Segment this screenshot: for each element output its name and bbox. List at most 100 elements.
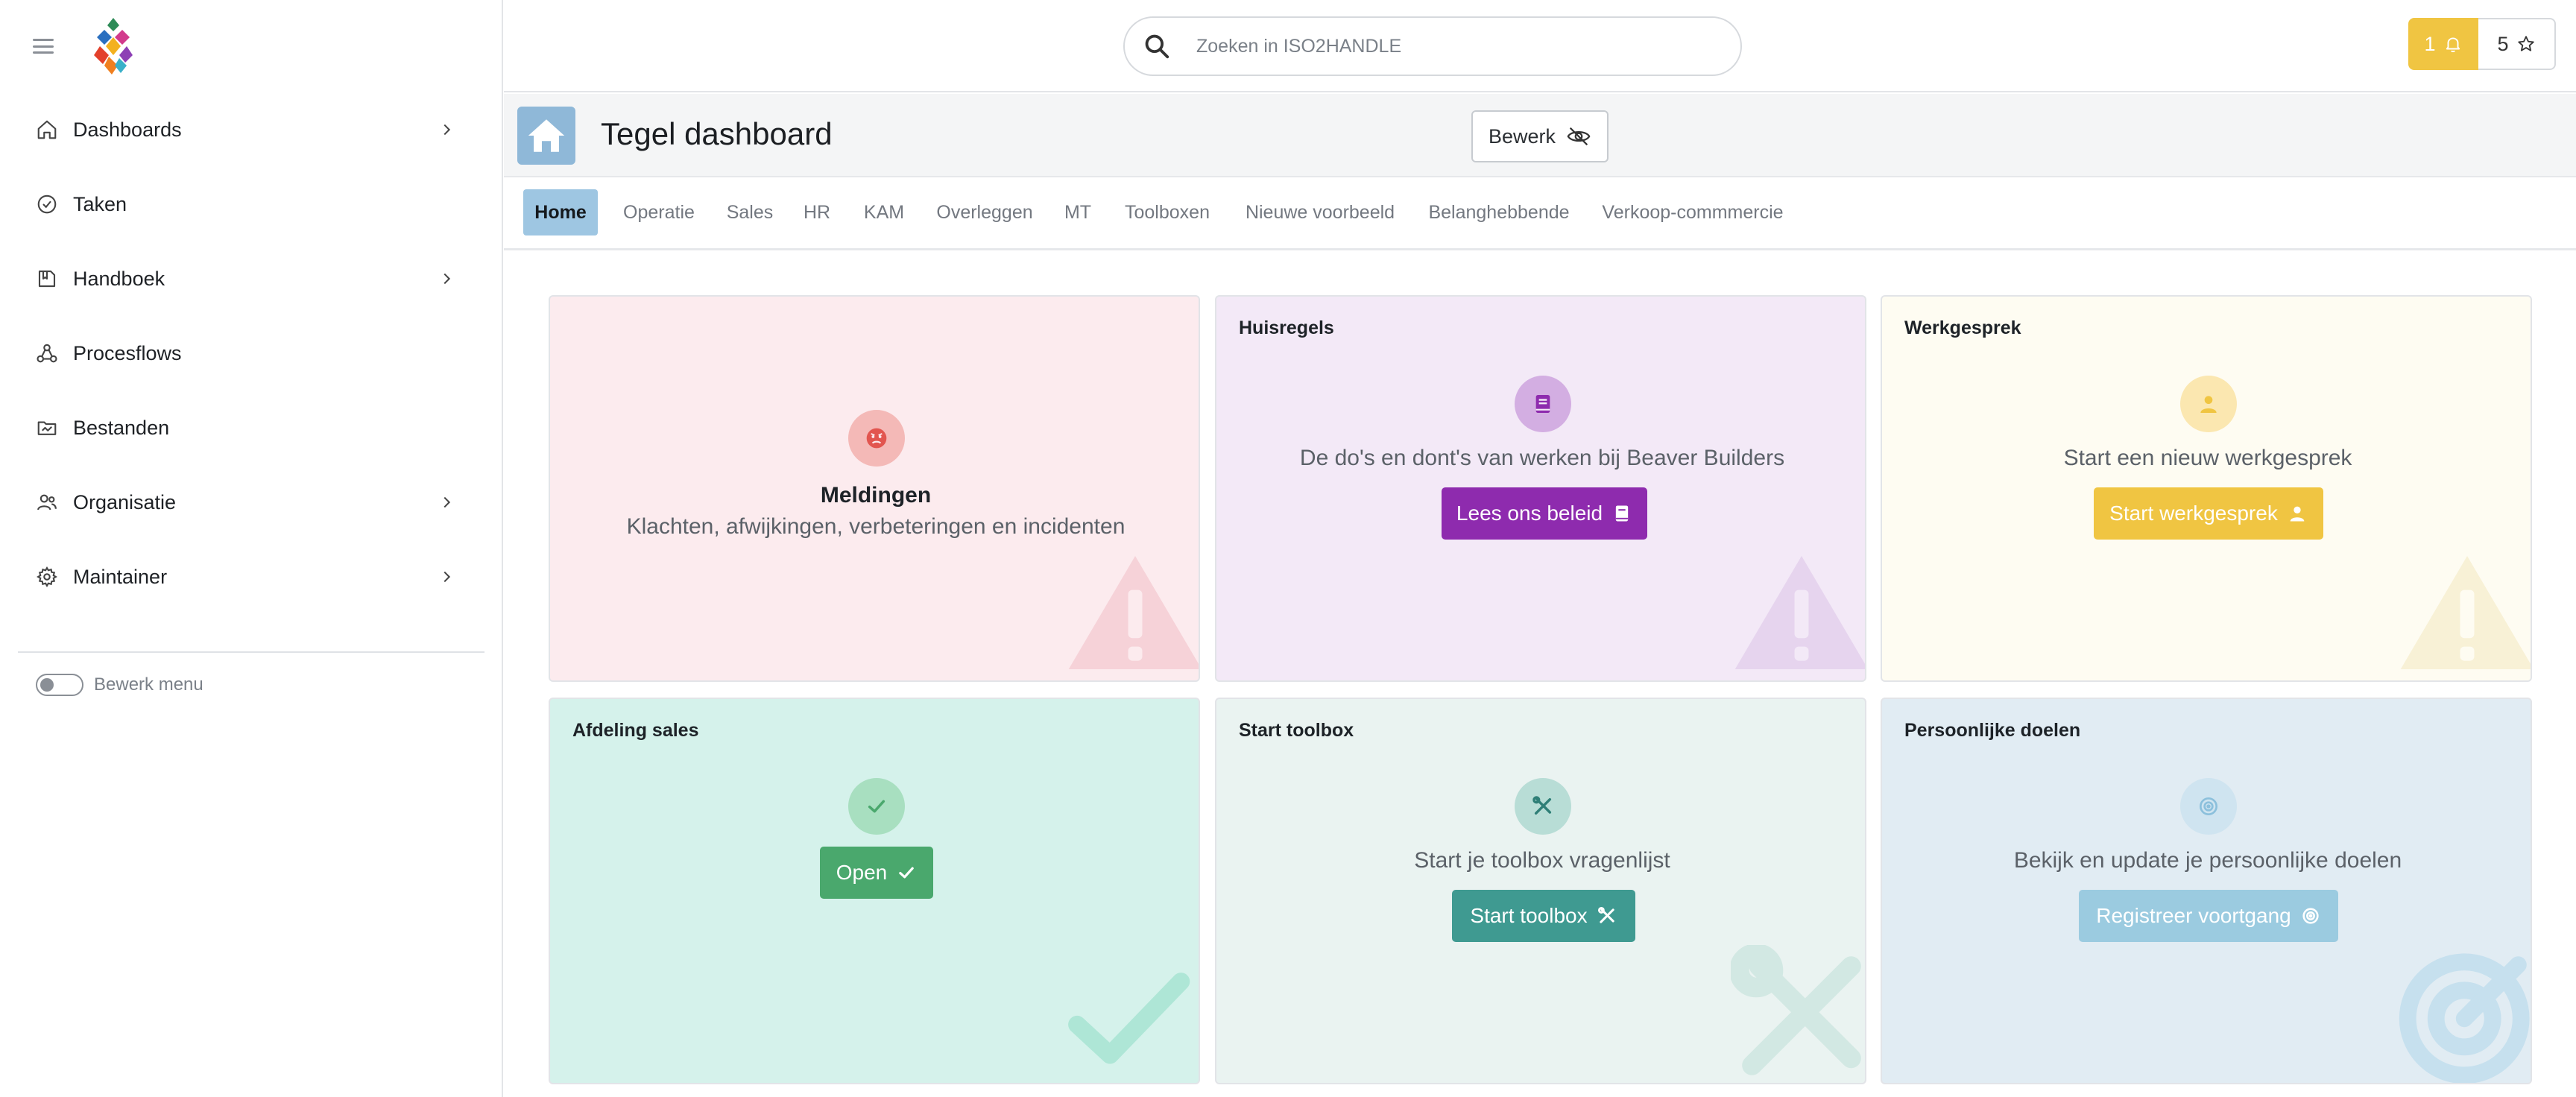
sidebar-item-dashboards[interactable]: Dashboards — [0, 92, 502, 167]
user-icon — [2290, 506, 2305, 522]
edit-dashboard-button[interactable]: Bewerk — [1471, 110, 1609, 162]
button-label: Registreer voortgang — [2096, 904, 2291, 927]
target-icon — [2302, 908, 2319, 924]
chevron-right-icon — [443, 496, 451, 508]
tab-overleggen[interactable]: Overleggen — [929, 189, 1041, 235]
page-icon — [517, 107, 575, 165]
tab-nieuwe-voorbeeld[interactable]: Nieuwe voorbeeld — [1234, 189, 1406, 235]
tile-icon — [1515, 376, 1571, 432]
toggle-knob — [40, 678, 54, 692]
chevron-right-icon — [443, 124, 451, 136]
tab-hr[interactable]: HR — [795, 189, 839, 235]
tab-kam[interactable]: KAM — [854, 189, 914, 235]
logo[interactable] — [89, 16, 137, 76]
tile-title: Afdeling sales — [572, 720, 699, 741]
tile-icon — [848, 410, 905, 467]
edit-menu-toggle[interactable] — [36, 674, 83, 696]
tab-home[interactable]: Home — [523, 189, 598, 235]
search-input[interactable] — [1196, 35, 1718, 57]
sidebar-item-label: Handboek — [73, 267, 165, 290]
search-icon — [1145, 34, 1169, 59]
edit-dashboard-label: Bewerk — [1488, 124, 1556, 148]
tools-icon — [1597, 906, 1614, 923]
user-icon — [2200, 396, 2217, 413]
check-circle-icon — [37, 195, 57, 214]
check-icon — [1068, 973, 1190, 1064]
favorites-count: 5 — [2497, 32, 2509, 55]
open-sales-button[interactable]: Open — [820, 847, 933, 899]
tab-toolboxen[interactable]: Toolboxen — [1115, 189, 1219, 235]
topbar: 1 5 — [504, 0, 2576, 92]
book-icon — [38, 270, 56, 288]
tab-mt[interactable]: MT — [1055, 189, 1100, 235]
edit-menu-label: Bewerk menu — [94, 674, 203, 695]
start-toolbox-button[interactable]: Start toolbox — [1452, 890, 1635, 942]
bell-icon — [2446, 37, 2460, 52]
sidebar-item-label: Bestanden — [73, 416, 170, 439]
tab-sales[interactable]: Sales — [720, 189, 780, 235]
target-icon — [2399, 953, 2530, 1083]
start-werkgesprek-button[interactable]: Start werkgesprek — [2094, 487, 2323, 540]
sidebar-item-label: Taken — [73, 192, 127, 215]
tile-text: Start een nieuw werkgesprek — [2063, 446, 2352, 470]
chevron-right-icon — [443, 273, 451, 285]
sidebar-item-organisatie[interactable]: Organisatie — [0, 465, 502, 540]
warning-triangle-icon — [2400, 556, 2531, 669]
sidebar-item-procesflows[interactable]: Procesflows — [0, 316, 502, 391]
warning-triangle-icon — [1734, 556, 1865, 669]
notifications-button[interactable]: 1 — [2408, 18, 2478, 70]
tile-huisregels: Huisregels De do's en dont's van werken … — [1215, 295, 1866, 682]
tile-icon — [2180, 778, 2237, 835]
tab-belanghebbende[interactable]: Belanghebbende — [1421, 189, 1577, 235]
sidebar-divider — [18, 651, 484, 653]
notification-count: 1 — [2424, 32, 2436, 55]
sidebar-item-handboek[interactable]: Handboek — [0, 241, 502, 316]
search-box[interactable] — [1123, 16, 1742, 76]
sidebar-item-maintainer[interactable]: Maintainer — [0, 540, 502, 614]
sidebar-header — [0, 0, 502, 92]
button-label: Start werkgesprek — [2109, 502, 2278, 525]
tile-icon — [2180, 376, 2237, 432]
tile-afdeling-sales: Afdeling sales Open — [549, 698, 1200, 1084]
tools-icon — [1731, 945, 1861, 1075]
users-icon — [37, 494, 57, 510]
book-icon — [1535, 395, 1550, 413]
star-icon — [2517, 36, 2534, 51]
tile-heading: Meldingen — [820, 483, 932, 508]
tile-start-toolbox: Start toolbox Start je toolbox vragenlij… — [1215, 698, 1866, 1084]
tile-text: De do's en dont's van werken bij Beaver … — [1299, 446, 1785, 470]
tab-operatie[interactable]: Operatie — [614, 189, 704, 235]
eye-slash-icon — [1567, 127, 1591, 146]
tools-icon — [1532, 796, 1552, 815]
sidebar-item-label: Dashboards — [73, 118, 182, 141]
tile-persoonlijke-doelen: Persoonlijke doelen Bekijk en update je … — [1881, 698, 2532, 1084]
register-progress-button[interactable]: Registreer voortgang — [2079, 890, 2338, 942]
gear-icon — [37, 566, 57, 587]
angry-face-icon — [866, 428, 887, 449]
sidebar-item-bestanden[interactable]: Bestanden — [0, 391, 502, 465]
hamburger-menu-icon[interactable] — [33, 39, 54, 54]
sidebar-item-taken[interactable]: Taken — [0, 167, 502, 241]
tile-text: Bekijk en update je persoonlijke doelen — [2013, 848, 2402, 873]
sidebar: Dashboards Taken Handboek Procesflows Be… — [0, 0, 503, 1097]
home-icon — [528, 119, 565, 152]
tile-title: Persoonlijke doelen — [1904, 720, 2081, 741]
folder-icon — [37, 421, 57, 435]
chevron-right-icon — [443, 571, 451, 583]
tile-text: Start je toolbox vragenlijst — [1414, 848, 1670, 873]
tile-text: Klachten, afwijkingen, verbeteringen en … — [626, 514, 1126, 539]
favorites-button[interactable]: 5 — [2478, 18, 2556, 70]
warning-triangle-icon — [1068, 556, 1199, 669]
button-label: Start toolbox — [1470, 904, 1588, 927]
tile-meldingen[interactable]: Meldingen Klachten, afwijkingen, verbete… — [549, 295, 1200, 682]
button-label: Open — [836, 861, 888, 884]
read-policy-button[interactable]: Lees ons beleid — [1442, 487, 1647, 540]
check-icon — [899, 867, 915, 879]
tile-werkgesprek: Werkgesprek Start een nieuw werkgesprek … — [1881, 295, 2532, 682]
tab-verkoop-commmercie[interactable]: Verkoop-commmercie — [1592, 189, 1793, 235]
target-icon — [2200, 797, 2217, 815]
sidebar-item-label: Maintainer — [73, 565, 168, 588]
button-label: Lees ons beleid — [1456, 502, 1603, 525]
page-title: Tegel dashboard — [601, 116, 833, 151]
check-icon — [868, 800, 886, 813]
